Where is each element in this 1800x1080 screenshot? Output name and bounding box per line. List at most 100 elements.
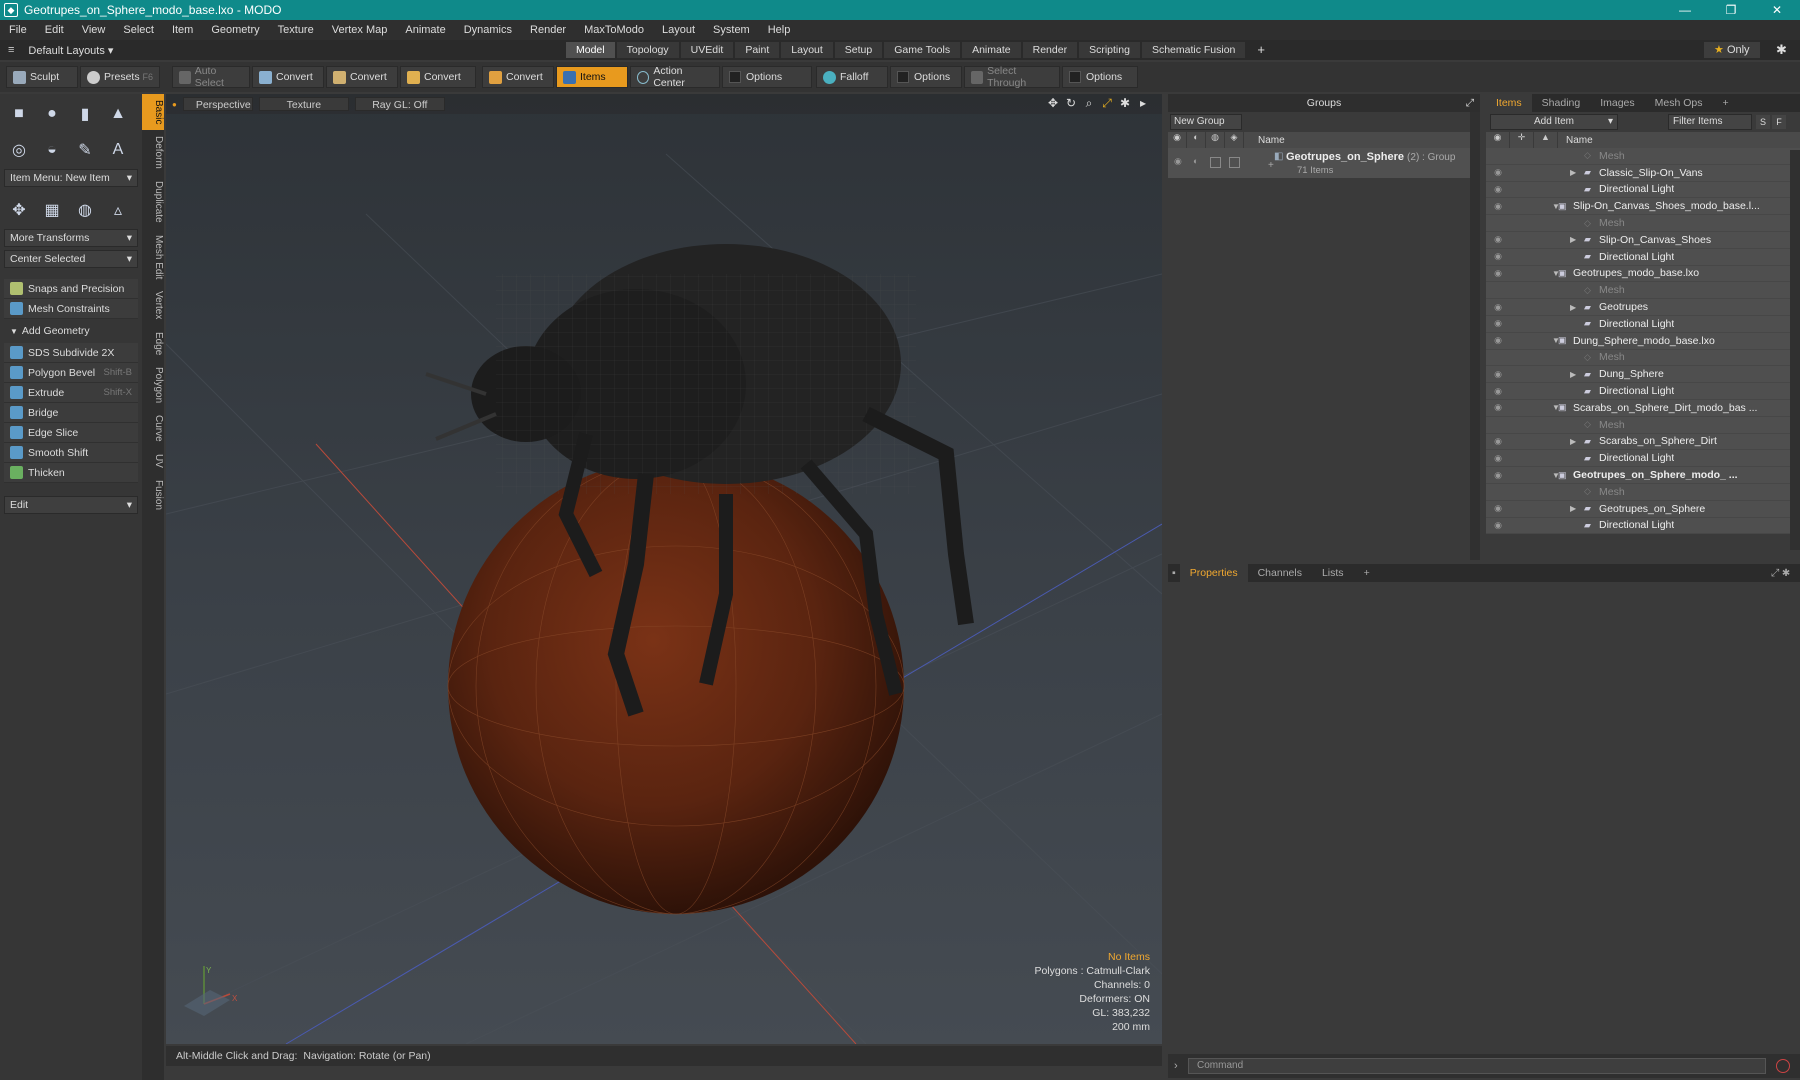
tab-topology[interactable]: Topology (616, 42, 679, 58)
select-through-button[interactable]: Select Through (964, 65, 1060, 89)
select-options-checkbox[interactable] (1069, 71, 1081, 83)
expand-arrow-icon[interactable]: ▶ (1570, 437, 1584, 446)
visibility-col-icon[interactable]: ◉ (1168, 132, 1187, 148)
layout-gear-icon[interactable]: ≡ (8, 44, 14, 56)
extrude-button[interactable]: Extrude Shift-X (4, 383, 138, 403)
sculpt-button[interactable]: Sculpt (6, 66, 78, 88)
item-row[interactable]: ◉ ▰ Directional Light (1486, 450, 1800, 468)
side-tab-duplicate[interactable]: Duplicate (142, 175, 164, 229)
item-row[interactable]: ◇ Mesh (1486, 215, 1800, 232)
group-visibility-icon[interactable]: ◉ (1174, 156, 1182, 167)
auto-select-button[interactable]: Auto Select (172, 65, 250, 89)
tab-channels[interactable]: Channels (1248, 564, 1312, 582)
item-row[interactable]: ◉ ▰ Directional Light (1486, 383, 1800, 400)
side-tab-curve[interactable]: Curve (142, 409, 164, 448)
command-input[interactable]: Command (1188, 1058, 1766, 1074)
falloff-button[interactable]: Falloff (816, 66, 888, 88)
visibility-eye-icon[interactable]: ◉ (1486, 436, 1510, 447)
item-row[interactable]: ◉ ▼ ▣ Slip-On_Canvas_Shoes_modo_base.l... (1486, 198, 1800, 216)
menu-edit[interactable]: Edit (36, 24, 73, 36)
minimize-button[interactable]: — (1662, 0, 1708, 20)
filter-items-input[interactable]: Filter Items (1668, 114, 1752, 130)
item-row[interactable]: ◉ ▶ ▰ Geotrupes (1486, 299, 1800, 316)
expand-panel-icon[interactable]: ⤢ (1466, 97, 1474, 110)
expand-arrow-icon[interactable]: ▶ (1570, 235, 1584, 244)
s-toggle[interactable]: S (1756, 115, 1770, 129)
tab-lists[interactable]: Lists (1312, 564, 1354, 582)
close-button[interactable]: ✕ (1754, 0, 1800, 20)
command-record-icon[interactable] (1776, 1059, 1790, 1073)
items-scrollbar[interactable] (1790, 150, 1800, 550)
tab-shading[interactable]: Shading (1532, 94, 1591, 112)
viewport-menu-icon[interactable]: ● (172, 100, 177, 109)
f-toggle[interactable]: F (1772, 115, 1786, 129)
viewport-settings-icon[interactable]: ✱ (1116, 96, 1134, 111)
expand-panel-icon[interactable]: ⤢ ✱ (1761, 564, 1800, 582)
tab-render[interactable]: Render (1022, 42, 1078, 58)
snaps-and-precision-button[interactable]: Snaps and Precision (4, 279, 138, 299)
lock-col-icon[interactable]: ✛ (1510, 132, 1534, 148)
group-row[interactable]: ◉ ◐ + ◧ Geotrupes_on_Sphere (2) : Group … (1168, 148, 1480, 178)
item-row[interactable]: ◉ ▰ Directional Light (1486, 315, 1800, 333)
item-row[interactable]: ◉ ▰ Directional Light (1486, 517, 1800, 535)
items-mode-button[interactable]: Items (556, 66, 628, 88)
expand-arrow-icon[interactable]: ▶ (1570, 370, 1584, 379)
convert-polygons-button[interactable]: Convert (400, 66, 476, 88)
falloff-options-checkbox[interactable] (897, 71, 909, 83)
sphere-primitive-icon[interactable]: ● (37, 100, 67, 128)
fit-view-icon[interactable]: ⤢ (1098, 96, 1116, 111)
menu-maxtomodo[interactable]: MaxToModo (575, 24, 653, 36)
visibility-eye-icon[interactable]: ◉ (1486, 503, 1510, 514)
visibility-eye-icon[interactable]: ◉ (1486, 201, 1510, 212)
new-group-button[interactable]: New Group (1170, 114, 1242, 130)
visibility-eye-icon[interactable]: ◉ (1486, 251, 1510, 262)
visibility-eye-icon[interactable]: ◉ (1486, 268, 1510, 279)
smooth-shift-button[interactable]: Smooth Shift (4, 443, 138, 463)
grid-tool-icon[interactable]: ▦ (37, 196, 67, 224)
menu-geometry[interactable]: Geometry (202, 24, 268, 36)
sds-subdivide-button[interactable]: SDS Subdivide 2X (4, 343, 138, 363)
item-row[interactable]: ◉ ▶ ▰ Scarabs_on_Sphere_Dirt (1486, 433, 1800, 451)
menu-texture[interactable]: Texture (269, 24, 323, 36)
convert-edges-button[interactable]: Convert (326, 66, 398, 88)
menu-animate[interactable]: Animate (396, 24, 454, 36)
convert-vertices-button[interactable]: Convert (252, 66, 324, 88)
select-col-icon[interactable]: ◈ (1225, 132, 1244, 148)
mesh-constraints-button[interactable]: Mesh Constraints (4, 299, 138, 319)
item-row[interactable]: ◉ ▶ ▰ Geotrupes_on_Sphere (1486, 500, 1800, 518)
text-tool-icon[interactable]: A (103, 136, 133, 164)
visibility-eye-icon[interactable]: ◉ (1486, 184, 1510, 195)
action-center-options-button[interactable]: Options (722, 66, 812, 88)
item-menu-dropdown[interactable]: Item Menu: New Item ▾ (4, 169, 138, 187)
bridge-button[interactable]: Bridge (4, 403, 138, 423)
tab-layout[interactable]: Layout (781, 42, 833, 58)
globe-tool-icon[interactable]: ◍ (70, 196, 100, 224)
select-options-button[interactable]: Options (1062, 66, 1138, 88)
only-toggle[interactable]: ★ Only (1704, 42, 1760, 58)
menu-system[interactable]: System (704, 24, 759, 36)
add-tab-button[interactable]: + (1713, 94, 1739, 112)
menu-render[interactable]: Render (521, 24, 575, 36)
tab-game-tools[interactable]: Game Tools (884, 42, 961, 58)
add-tab-button[interactable]: + (1247, 42, 1275, 58)
rotate-icon[interactable]: ↻ (1062, 96, 1080, 111)
default-layouts-dropdown[interactable]: Default Layouts ▾ (28, 44, 113, 57)
tab-mesh-ops[interactable]: Mesh Ops (1645, 94, 1713, 112)
capsule-primitive-icon[interactable]: ◒ (37, 136, 67, 164)
visibility-eye-icon[interactable]: ◉ (1486, 402, 1510, 413)
visibility-eye-icon[interactable]: ◉ (1486, 318, 1510, 329)
tab-uvedit[interactable]: UVEdit (680, 42, 734, 58)
render-col-icon[interactable]: ◐ (1187, 132, 1206, 148)
tab-schematic-fusion[interactable]: Schematic Fusion (1141, 42, 1246, 58)
visibility-col-icon[interactable]: ◉ (1486, 132, 1510, 148)
menu-dynamics[interactable]: Dynamics (455, 24, 521, 36)
item-row[interactable]: ◉ ▶ ▰ Slip-On_Canvas_Shoes (1486, 231, 1800, 249)
viewport-expand-icon[interactable]: ▸ (1134, 96, 1152, 111)
item-row[interactable]: ◉ ▼ ▣ Geotrupes_modo_base.lxo (1486, 265, 1800, 283)
item-row[interactable]: ◇ Mesh (1486, 349, 1800, 367)
expand-arrow-icon[interactable]: ▶ (1570, 168, 1584, 177)
side-tab-polygon[interactable]: Polygon (142, 361, 164, 409)
edge-slice-button[interactable]: Edge Slice (4, 423, 138, 443)
item-row[interactable]: ◉ ▰ Directional Light (1486, 181, 1800, 199)
name-column-header[interactable]: Name (1258, 135, 1285, 146)
